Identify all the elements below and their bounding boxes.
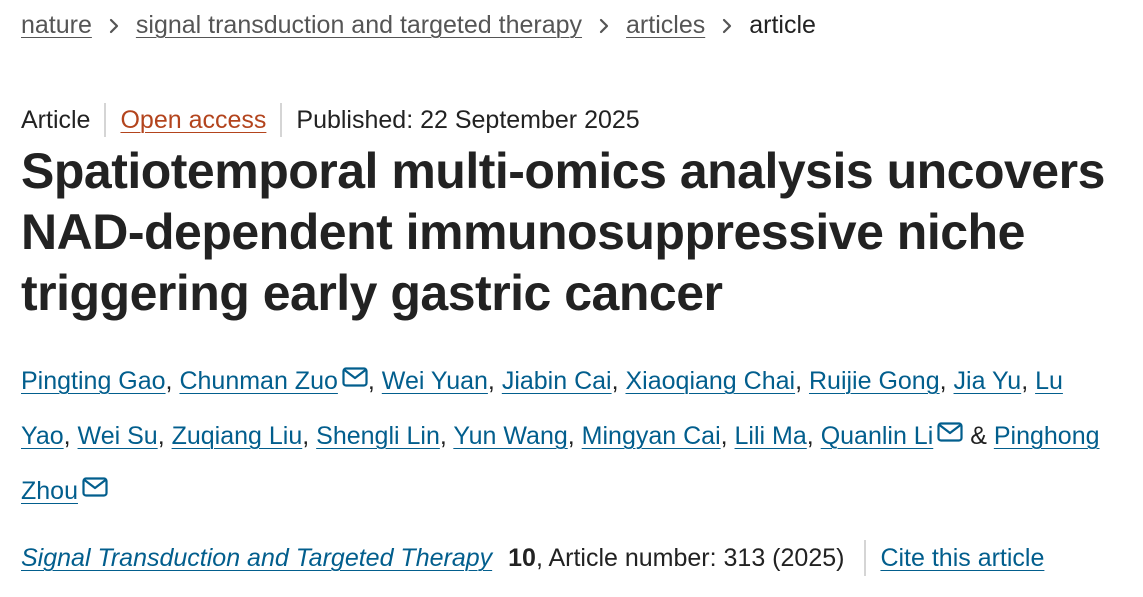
meta-divider	[104, 103, 107, 137]
author-separator: ,	[63, 422, 78, 450]
author-separator: ,	[720, 422, 735, 450]
citation-divider	[864, 540, 867, 576]
author-separator: ,	[806, 422, 821, 450]
author-link[interactable]: Lili Ma	[735, 422, 807, 450]
breadcrumb-link-nature[interactable]: nature	[21, 8, 92, 42]
article-meta: Article Open access Published: 22 Septem…	[21, 103, 640, 137]
breadcrumb-link-articles[interactable]: articles	[626, 8, 705, 42]
chevron-right-icon	[92, 8, 136, 42]
author-separator: ,	[487, 367, 502, 395]
author-separator: ,	[567, 422, 582, 450]
author-link[interactable]: Shengli Lin	[316, 422, 440, 450]
chevron-right-icon	[582, 8, 626, 42]
breadcrumb-current: article	[749, 11, 816, 39]
author-link[interactable]: Ruijie Gong	[809, 367, 940, 395]
author-link[interactable]: Wei Su	[78, 422, 158, 450]
author-link[interactable]: Jiabin Cai	[502, 367, 612, 395]
author-link[interactable]: Wei Yuan	[382, 367, 488, 395]
author-separator: ,	[795, 367, 809, 395]
author-link[interactable]: Xiaoqiang Chai	[626, 367, 796, 395]
author-link[interactable]: Mingyan Cai	[582, 422, 721, 450]
author-separator: ,	[939, 367, 954, 395]
open-access-link[interactable]: Open access	[120, 103, 266, 137]
author-link[interactable]: Zuqiang Liu	[172, 422, 303, 450]
breadcrumb: nature signal transduction and targeted …	[21, 8, 816, 42]
author-link[interactable]: Chunman Zuo	[179, 367, 337, 395]
mail-icon[interactable]	[342, 353, 368, 406]
author-separator: ,	[157, 422, 172, 450]
author-separator: ,	[302, 422, 317, 450]
chevron-right-icon	[705, 8, 749, 42]
author-link[interactable]: Jia Yu	[954, 367, 1022, 395]
author-separator: ,	[439, 422, 454, 450]
author-list: Pingting Gao, Chunman Zuo, Wei Yuan, Jia…	[21, 353, 1111, 518]
author-separator: ,	[1021, 367, 1036, 395]
mail-icon[interactable]	[937, 408, 963, 461]
article-type: Article	[21, 106, 91, 134]
author-link[interactable]: Pingting Gao	[21, 367, 166, 395]
author-separator: ,	[611, 367, 626, 395]
author-separator: ,	[367, 367, 382, 395]
mail-icon[interactable]	[82, 463, 108, 516]
author-separator: ,	[165, 367, 180, 395]
citation-row: Signal Transduction and Targeted Therapy…	[21, 540, 1044, 576]
cite-this-article-link[interactable]: Cite this article	[880, 541, 1044, 575]
meta-divider	[280, 103, 283, 137]
author-link[interactable]: Quanlin Li	[821, 422, 934, 450]
article-title: Spatiotemporal multi-omics analysis unco…	[21, 143, 1105, 321]
volume-number: 10	[508, 544, 536, 572]
author-link[interactable]: Yun Wang	[453, 422, 567, 450]
breadcrumb-link-journal[interactable]: signal transduction and targeted therapy	[136, 8, 582, 42]
author-joiner: &	[963, 422, 994, 450]
journal-link[interactable]: Signal Transduction and Targeted Therapy	[21, 541, 492, 575]
published-date: Published: 22 September 2025	[296, 106, 640, 134]
article-number: , Article number: 313 (2025)	[535, 544, 845, 572]
